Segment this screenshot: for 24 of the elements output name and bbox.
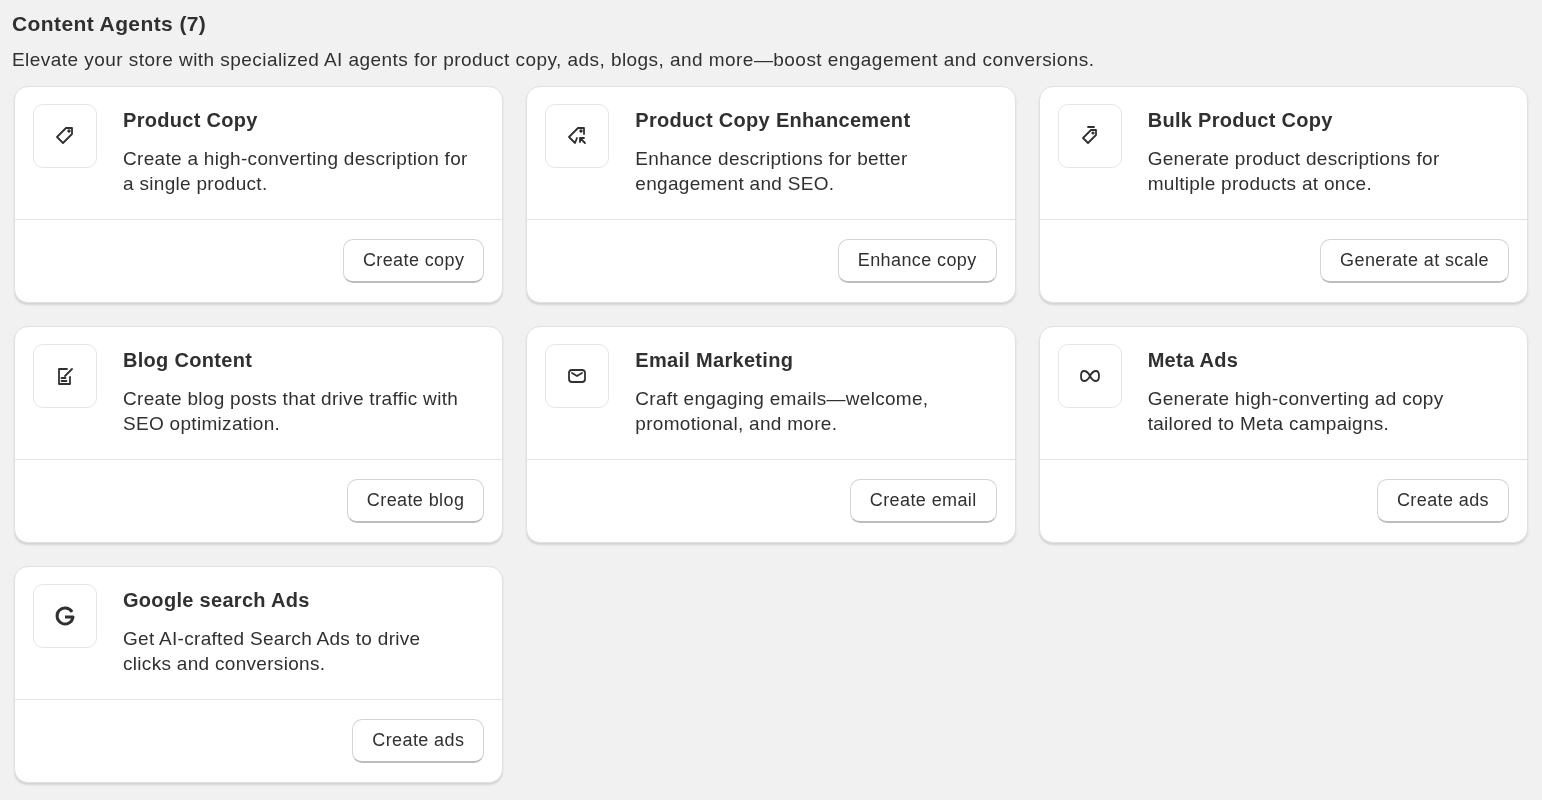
letter-g-icon xyxy=(53,604,77,628)
agent-title: Product Copy xyxy=(123,108,259,132)
agent-description: Craft engaging emails—welcome, promotional, and more. xyxy=(635,387,930,436)
agent-description: Generate high-converting ad copy tailored to Meta campaigns. xyxy=(1147,387,1445,436)
agent-title: Blog Content xyxy=(123,348,254,372)
agent-title: Email Marketing xyxy=(635,348,795,372)
agent-title: Bulk Product Copy xyxy=(1147,108,1334,132)
agent-title: Meta Ads xyxy=(1147,348,1240,372)
action-button[interactable]: Create blog xyxy=(346,479,485,523)
agent-description: Enhance descriptions for better engagement and SEO. xyxy=(635,147,909,196)
agent-description: Get AI-crafted Search Ads to drive clicks and conversions. xyxy=(123,627,422,676)
action-button[interactable]: Create copy xyxy=(342,239,485,283)
action-button[interactable]: Create ads xyxy=(1376,479,1509,523)
agent-title: Product Copy Enhancement xyxy=(635,108,912,132)
action-button[interactable]: Create email xyxy=(849,479,997,523)
action-button[interactable]: Enhance copy xyxy=(837,239,997,283)
agent-description: Create a high-converting description for a single product. xyxy=(123,147,468,196)
agent-description: Create blog posts that drive traffic with SEO optimization. xyxy=(123,387,460,436)
section-description: Elevate your store with specialized AI agents for product copy, ads, blogs, and more—boost engagement and conversions. xyxy=(12,48,1096,72)
action-button[interactable]: Create ads xyxy=(352,719,485,763)
agent-description: Generate product descriptions for multiple products at once. xyxy=(1147,147,1441,196)
action-button[interactable]: Generate at scale xyxy=(1320,239,1509,283)
section-title: Content Agents (7) xyxy=(12,11,208,37)
agent-title: Google search Ads xyxy=(123,588,311,612)
